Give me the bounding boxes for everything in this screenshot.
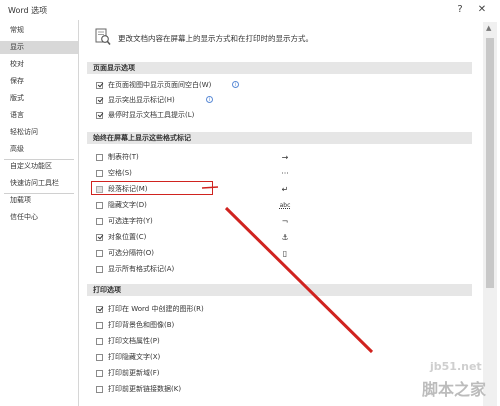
option-label: 空格(S): [108, 169, 132, 177]
option-label: 隐藏文字(D): [108, 201, 147, 209]
anchor-icon: ⚓: [281, 233, 289, 242]
display-settings-icon: [95, 28, 111, 45]
sidebar-item-proofing[interactable]: 校对: [0, 58, 78, 71]
scroll-up-arrow-icon[interactable]: ▲: [486, 24, 491, 32]
checkbox[interactable]: [96, 217, 103, 225]
option-label: 打印隐藏文字(X): [108, 353, 161, 361]
checkbox[interactable]: [96, 385, 103, 393]
section-print-options: 打印选项: [87, 284, 472, 296]
info-icon: i: [206, 95, 213, 103]
option-label: 悬停时显示文档工具提示(L): [108, 111, 195, 119]
checkbox[interactable]: [96, 169, 103, 177]
sidebar-item-advanced[interactable]: 高级: [0, 143, 78, 156]
section-page-display: 页面显示选项: [87, 62, 472, 74]
info-icon: i: [232, 80, 239, 88]
help-button[interactable]: ?: [452, 2, 468, 18]
checkbox[interactable]: [96, 353, 103, 361]
sidebar-item-addins[interactable]: 加载项: [0, 194, 78, 207]
option-label: 打印背景色和图像(B): [108, 321, 175, 329]
checkbox[interactable]: [96, 337, 103, 345]
vertical-scrollbar[interactable]: ▲: [483, 22, 497, 406]
sidebar-item-trust-center[interactable]: 信任中心: [0, 211, 78, 224]
checkbox[interactable]: [96, 153, 103, 161]
sidebar-item-language[interactable]: 语言: [0, 109, 78, 122]
annotation-highlight-box: [91, 181, 213, 195]
option-label: 显示突出显示标记(H): [108, 96, 175, 104]
option-label: 打印文档属性(P): [108, 337, 160, 345]
watermark-url: jb51.net: [430, 360, 482, 373]
watermark-name: 脚本之家: [422, 380, 487, 399]
window-title: Word 选项: [8, 6, 48, 15]
sidebar-item-accessibility[interactable]: 轻松访问: [0, 126, 78, 139]
option-label: 打印在 Word 中创建的图形(R): [108, 305, 204, 313]
optional-break-mark-icon: ▯: [282, 249, 288, 258]
option-label: 在页面视图中显示页面间空白(W): [108, 81, 212, 89]
option-label: 制表符(T): [108, 153, 139, 161]
hyphen-mark-icon: ¬: [281, 217, 289, 226]
checkbox[interactable]: [96, 81, 103, 89]
checkbox[interactable]: [96, 111, 103, 119]
sidebar-item-display[interactable]: 显示: [0, 41, 78, 54]
sidebar-item-layout[interactable]: 版式: [0, 92, 78, 105]
option-label: 显示所有格式标记(A): [108, 265, 175, 273]
checkbox[interactable]: [96, 201, 103, 209]
checkbox[interactable]: [96, 96, 103, 104]
checkbox[interactable]: [96, 265, 103, 273]
scroll-thumb[interactable]: [486, 38, 494, 288]
checkbox[interactable]: [96, 321, 103, 329]
title-bar: Word 选项 ? ✕: [0, 0, 500, 20]
checkbox[interactable]: [96, 305, 103, 313]
paragraph-mark-icon: ↵: [281, 185, 289, 194]
option-label: 对象位置(C): [108, 233, 147, 241]
sidebar-item-customize-ribbon[interactable]: 自定义功能区: [0, 160, 78, 173]
close-button[interactable]: ✕: [474, 2, 490, 18]
space-mark-icon: ···: [281, 169, 289, 178]
sidebar-item-general[interactable]: 常规: [0, 24, 78, 37]
option-label: 打印前更新链接数据(K): [108, 385, 182, 393]
checkbox[interactable]: [96, 369, 103, 377]
page-description: 更改文档内容在屏幕上的显示方式和在打印时的显示方式。: [118, 34, 313, 43]
section-formatting-marks: 始终在屏幕上显示这些格式标记: [87, 132, 472, 144]
checkbox[interactable]: [96, 249, 103, 257]
options-sidebar: 常规 显示 校对 保存 版式 语言 轻松访问 高级 自定义功能区 快速访问工具栏…: [0, 20, 79, 406]
display-options-panel: 更改文档内容在屏幕上的显示方式和在打印时的显示方式。 页面显示选项 在页面视图中…: [80, 20, 480, 406]
watermark-logo: jb51.net 脚本之家: [420, 360, 500, 406]
tab-mark-icon: →: [281, 153, 289, 162]
checkbox[interactable]: [96, 233, 103, 241]
option-label: 打印前更新域(F): [108, 369, 160, 377]
hidden-text-mark-icon: abc: [279, 202, 291, 209]
option-label: 可选分隔符(O): [108, 249, 154, 257]
sidebar-item-save[interactable]: 保存: [0, 75, 78, 88]
sidebar-item-quick-access-toolbar[interactable]: 快速访问工具栏: [0, 177, 78, 190]
option-label: 可选连字符(Y): [108, 217, 153, 225]
